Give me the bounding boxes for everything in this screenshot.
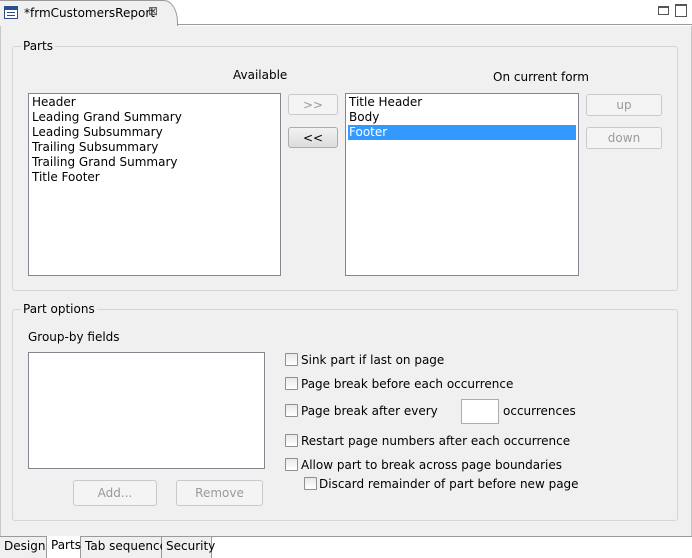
available-list[interactable]: Header Leading Grand Summary Leading Sub… xyxy=(28,93,281,276)
remove-groupby-button[interactable]: Remove xyxy=(176,480,263,506)
allow-break-checkbox[interactable] xyxy=(285,458,298,471)
available-label: Available xyxy=(233,68,288,82)
sink-part-checkbox[interactable] xyxy=(285,353,298,366)
maximize-icon[interactable] xyxy=(674,3,688,17)
tab-sequence[interactable]: Tab sequence xyxy=(81,537,167,558)
restart-page-numbers-label: Restart page numbers after each occurren… xyxy=(301,434,571,448)
page-break-after-label: Page break after every xyxy=(301,404,438,418)
list-item[interactable]: Leading Grand Summary xyxy=(31,110,278,125)
current-parts-list[interactable]: Title Header Body Footer xyxy=(345,93,579,276)
restart-page-numbers-checkbox[interactable] xyxy=(285,434,298,447)
close-icon[interactable]: ⊠ xyxy=(146,4,160,18)
list-item[interactable]: Trailing Grand Summary xyxy=(31,155,278,170)
list-item[interactable]: Body xyxy=(348,110,576,125)
list-item[interactable]: Leading Subsummary xyxy=(31,125,278,140)
discard-remainder-label: Discard remainder of part before new pag… xyxy=(319,477,579,491)
tab-design[interactable]: Design xyxy=(0,537,47,558)
editor-tab-title: *frmCustomersReport xyxy=(24,6,155,20)
list-item[interactable]: Header xyxy=(31,95,278,110)
list-item[interactable]: Footer xyxy=(348,125,576,140)
list-item[interactable]: Title Footer xyxy=(31,170,278,185)
page-break-before-label: Page break before each occurrence xyxy=(301,377,514,391)
occurrences-label: occurrences xyxy=(503,404,576,418)
groupby-list[interactable] xyxy=(28,352,265,469)
discard-remainder-checkbox[interactable] xyxy=(304,477,317,490)
move-down-button[interactable]: down xyxy=(586,127,662,149)
form-icon xyxy=(4,6,18,19)
current-label: On current form xyxy=(493,70,589,84)
list-item[interactable]: Trailing Subsummary xyxy=(31,140,278,155)
page-break-before-checkbox[interactable] xyxy=(285,377,298,390)
move-up-button[interactable]: up xyxy=(586,94,662,116)
parts-group-title: Parts xyxy=(21,39,55,53)
tab-parts[interactable]: Parts xyxy=(47,536,81,558)
minimize-icon[interactable] xyxy=(656,3,670,15)
page-break-after-checkbox[interactable] xyxy=(285,404,298,417)
tab-security[interactable]: Security xyxy=(162,537,215,558)
bottom-tab-bar: Design Parts Tab sequence Security xyxy=(0,536,692,558)
sink-part-label: Sink part if last on page xyxy=(301,353,445,367)
list-item[interactable]: Title Header xyxy=(348,95,576,110)
page-break-count-input[interactable] xyxy=(461,399,499,424)
groupby-label: Group-by fields xyxy=(28,330,120,344)
remove-part-button[interactable]: << xyxy=(288,127,338,148)
allow-break-label: Allow part to break across page boundari… xyxy=(301,458,563,472)
add-part-button[interactable]: >> xyxy=(288,94,338,115)
editor-tab[interactable]: *frmCustomersReport ⊠ xyxy=(0,0,178,26)
part-options-group-title: Part options xyxy=(21,302,97,316)
add-groupby-button[interactable]: Add... xyxy=(73,480,157,506)
